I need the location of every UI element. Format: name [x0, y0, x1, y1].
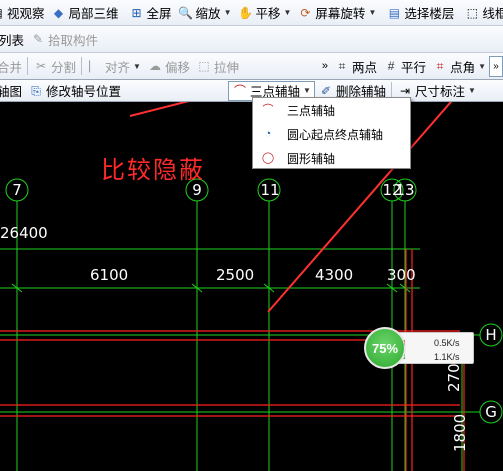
list-button[interactable]: 列表 — [0, 28, 27, 50]
menu-item-center-start-end-axis[interactable]: ◔ 圆心起点终点辅轴 — [253, 122, 410, 146]
dimension-6100: 6100 — [90, 266, 129, 284]
upload-arrow-icon: ↑ — [402, 337, 407, 347]
local-3d-button[interactable]: ◆ 局部三维 — [48, 2, 122, 24]
parallel-axis-icon: # — [387, 59, 395, 73]
annotation-text: 比较隐蔽 — [101, 156, 205, 184]
axis-drawing-button[interactable]: 轴图 — [0, 80, 25, 101]
more-chevron-button[interactable]: » — [319, 55, 331, 77]
main-toolbar-row-2: 列表 ✎ 拾取构件 — [0, 26, 503, 53]
align-icon: ⎸ — [89, 59, 102, 73]
pan-button[interactable]: ✋ 平移 ▼ — [234, 2, 294, 24]
floor-icon: ▤ — [388, 5, 401, 20]
download-rate: 1.1K/s — [434, 352, 460, 362]
two-point-button[interactable]: ⌗ 两点 — [331, 55, 380, 77]
fullscreen-button[interactable]: ⊞ 全屏 — [126, 2, 175, 24]
axis-number-7: 7 — [12, 181, 22, 199]
zoom-icon: 🔍 — [178, 5, 194, 20]
double-chevron-right-icon: » — [493, 60, 499, 72]
axis-number-icon: ⎘ — [31, 83, 41, 98]
split-icon: ✂ — [35, 59, 47, 73]
offset-icon: ☁ — [148, 59, 161, 73]
usage-percent-circle: 75% — [364, 327, 406, 369]
dimension-1800: 1800 — [451, 413, 469, 452]
observe-icon: ▦ — [0, 5, 5, 21]
upload-rate: 0.5K/s — [434, 338, 460, 348]
center-arc-axis-icon: ◔ — [264, 128, 272, 140]
separator — [27, 57, 29, 75]
main-toolbar-row-1: ▦视观察 ◆局部三维 ⊞全屏 🔍缩放▼ ✋平移▼ ⟳屏幕旋转▼ ▤选择楼层 ⬚线… — [0, 0, 503, 26]
network-speed-widget[interactable]: 75% ↑ 0.5K/s ↓ 1.1K/s — [364, 327, 474, 369]
axis-bubbles — [5, 178, 503, 424]
stretch-icon: ⬚ — [198, 59, 210, 73]
point-angle-icon: ⌗ — [436, 59, 444, 73]
three-point-axis-menu: ⌒ 三点辅轴 ◔ 圆心起点终点辅轴 ◯ 圆形辅轴 — [252, 97, 411, 169]
chevron-down-icon: ▼ — [368, 8, 377, 17]
align-button[interactable]: ⎸ 对齐 ▼ — [84, 55, 144, 77]
chevron-down-icon: ▼ — [283, 8, 292, 17]
split-button[interactable]: ✂ 分割 — [30, 55, 79, 77]
double-chevron-right-icon: » — [321, 60, 329, 72]
dimension-26400: 26400 — [0, 224, 48, 242]
chevron-down-icon: ▼ — [303, 86, 311, 95]
menu-item-three-point-axis[interactable]: ⌒ 三点辅轴 — [253, 98, 410, 122]
wireframe-button[interactable]: ⬚线框 — [461, 2, 503, 24]
screen-rotate-button[interactable]: ⟳ 屏幕旋转 ▼ — [294, 2, 379, 24]
axis-number-13: 13 — [395, 181, 415, 199]
three-point-axis-icon: ⌒ — [234, 83, 247, 98]
pick-component-button[interactable]: ✎ 拾取构件 — [27, 28, 101, 50]
menu-item-circular-axis[interactable]: ◯ 圆形辅轴 — [253, 146, 410, 170]
zoom-button[interactable]: 🔍 缩放 ▼ — [175, 2, 235, 24]
separator — [81, 57, 83, 75]
axis-number-11: 11 — [260, 181, 280, 199]
modify-axis-number-position-button[interactable]: ⎘ 修改轴号位置 — [25, 80, 124, 101]
dimension-4300: 4300 — [315, 266, 354, 284]
fullscreen-icon: ⊞ — [131, 5, 142, 20]
merge-button[interactable]: 合并 — [0, 55, 25, 77]
dimension-300: 300 — [387, 266, 416, 284]
edit-toolbar-row: 合并 ✂分割 ⎸对齐▼ ☁偏移 ⬚拉伸 » ⌗两点 #平行 ⌗点角▼ » — [0, 53, 503, 80]
point-angle-button[interactable]: ⌗ 点角 ▼ — [429, 55, 489, 77]
three-point-axis-icon: ⌒ — [262, 104, 274, 116]
view-observe-button[interactable]: ▦视观察 — [0, 2, 48, 24]
parallel-button[interactable]: # 平行 — [380, 55, 429, 77]
pick-icon: ✎ — [32, 32, 44, 46]
download-arrow-icon: ↓ — [402, 351, 407, 361]
overflow-button[interactable]: » — [489, 55, 503, 77]
chevron-down-icon: ▼ — [223, 8, 232, 17]
dimension-2500: 2500 — [216, 266, 255, 284]
chevron-down-icon: ▼ — [133, 61, 141, 71]
circle-axis-icon: ◯ — [261, 152, 275, 164]
two-point-axis-icon: ⌗ — [338, 59, 346, 73]
axis-letter-h: H — [485, 326, 497, 344]
rotate-icon: ⟳ — [300, 5, 311, 20]
hand-icon: ✋ — [238, 5, 253, 20]
stretch-button[interactable]: ⬚ 拉伸 — [193, 55, 242, 77]
chevron-down-icon: ▼ — [478, 61, 486, 71]
axis-letter-g: G — [485, 403, 497, 421]
chevron-down-icon: ▼ — [468, 86, 476, 95]
select-floor-button[interactable]: ▤ 选择楼层 — [383, 2, 457, 24]
cube-icon: ◆ — [53, 5, 64, 20]
offset-button[interactable]: ☁ 偏移 — [144, 55, 193, 77]
wireframe-icon: ⬚ — [466, 5, 479, 20]
